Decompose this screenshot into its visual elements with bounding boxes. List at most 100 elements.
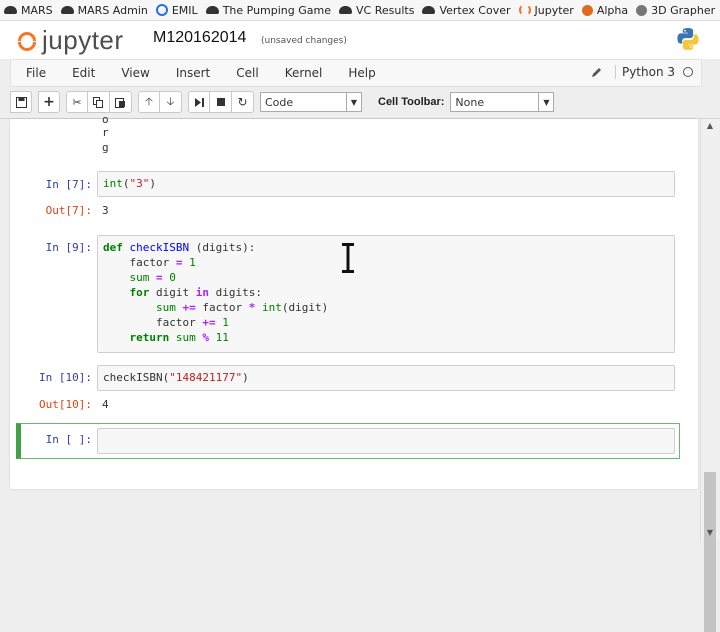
bookmark-label: Alpha [596,3,629,17]
output-prompt: Out[7]: [45,204,92,217]
cell-toolbar-value: None [455,95,485,109]
menu-view[interactable]: View [108,66,162,80]
code-line: checkISBN("148421177") [103,371,249,384]
notebook-name[interactable]: M120162014 [153,29,246,47]
menu-edit[interactable]: Edit [59,66,108,80]
grapher-icon [636,4,648,16]
code-line: sum = 0 [129,271,176,284]
code-line: sum += factor * int(digit) [155,301,329,314]
scroll-up-icon[interactable]: ▲ [701,119,719,133]
copy-button[interactable] [88,91,110,113]
code-line: for digit in digits: [129,286,262,299]
code-line: factor = 1 [103,256,196,269]
save-button[interactable] [10,91,32,113]
menu-insert[interactable]: Insert [163,66,223,80]
cell-toolbar-label: Cell Toolbar: [378,96,445,108]
car-icon [60,6,74,14]
notebook-container: o r g In [7]: int("3") Out[7]: 3 In [9]:… [10,113,698,489]
bookmark-label: EMIL [171,3,198,17]
save-status: (unsaved changes) [261,36,347,46]
bookmark-label: VC Results [356,3,415,17]
insert-cell-button[interactable]: + [38,91,60,113]
code-line: factor += 1 [103,316,229,329]
menu-file[interactable]: File [11,66,59,80]
chevron-down-icon: ▼ [538,93,553,111]
kernel-name: Python 3 [614,65,675,79]
alpha-icon [581,4,593,16]
cut-button[interactable]: ✂ [66,91,88,113]
jupyter-icon [518,4,531,16]
bookmark-vc-results[interactable]: VC Results [339,4,414,17]
stop-icon [216,98,225,106]
output-text: 3 [102,204,109,217]
move-down-button[interactable]: 🡣 [160,91,182,113]
jupyter-logo[interactable]: jupyter [18,25,124,56]
kernel-indicator: Python 3 [591,65,693,79]
input-prompt: In [7]: [45,178,92,191]
input-prompt: In [9]: [45,241,92,254]
logo-text: jupyter [42,25,124,55]
bookmark-pumping-game[interactable]: The Pumping Game [205,3,332,17]
code-line: int("3") [103,177,156,190]
bookmark-emil[interactable]: EMIL [155,3,198,17]
scroll-down-icon[interactable]: ▼ [701,526,719,540]
code-input-cell-9[interactable]: def checkISBN (digits): factor = 1 sum =… [97,235,675,353]
car-icon [339,6,353,14]
bookmark-mars[interactable]: MARS [4,4,53,17]
main-toolbar: + ✂ 🡡 🡣 ↻ Code ▼ Cell Toolbar: None ▼ [10,89,710,115]
copy-icon [93,96,103,108]
input-prompt: In [ ]: [45,433,92,446]
car-icon [422,6,436,14]
restart-button[interactable]: ↻ [232,91,254,113]
code-input-cell-10[interactable]: checkISBN("148421177") [97,365,675,391]
code-input-empty[interactable] [97,428,675,454]
scissors-icon: ✂ [72,95,82,109]
bookmark-label: MARS [21,3,53,17]
bookmark-jupyter[interactable]: Jupyter [518,3,574,17]
bookmark-label: Vertex Cover [439,3,511,17]
output-line: r [102,126,109,139]
code-input-cell-7[interactable]: int("3") [97,171,675,197]
save-icon [15,96,27,108]
chevron-down-icon: ▼ [346,93,361,111]
plus-icon: + [43,94,55,110]
run-button[interactable] [188,91,210,113]
output-prompt: Out[10]: [39,398,92,411]
menu-kernel[interactable]: Kernel [272,66,336,80]
cell-type-select[interactable]: Code ▼ [260,92,362,112]
jupyter-logo-icon [18,28,38,54]
bookmark-vertex-cover[interactable]: Vertex Cover [422,3,511,17]
page-scrollbar[interactable]: ▲ ▼ [700,119,719,632]
kernel-idle-icon [683,67,693,77]
arrow-down-icon: 🡣 [166,94,175,108]
code-line: return sum % 11 [129,331,229,344]
bookmark-label: Jupyter [534,3,574,17]
bookmark-alpha[interactable]: Alpha [581,3,629,17]
cell-toolbar-select[interactable]: None ▼ [450,92,555,112]
scrollbar-thumb[interactable] [704,472,716,632]
text-cursor-icon [342,243,354,273]
bookmark-label: MARS Admin [77,3,148,17]
interrupt-button[interactable] [210,91,232,113]
bookmark-3d-grapher[interactable]: 3D Grapher [636,4,715,17]
bookmark-mars-admin[interactable]: MARS Admin [60,3,148,17]
notebook-header: jupyter M120162014 (unsaved changes) [0,21,720,59]
input-prompt: In [10]: [39,371,92,384]
car-icon [205,6,219,14]
bookmarks-bar: MARS MARS Admin EMIL The Pumping Game VC… [0,0,720,21]
cell-type-value: Code [265,95,294,109]
menu-bar: File Edit View Insert Cell Kernel Help P… [10,59,702,87]
output-text: 4 [102,398,109,411]
paste-icon [115,97,125,108]
python-icon [677,28,699,50]
bookmark-label: 3D Grapher [651,3,716,17]
menu-cell[interactable]: Cell [223,66,271,80]
output-line: g [102,141,109,154]
pencil-icon[interactable] [591,66,603,78]
bookmark-label: The Pumping Game [222,3,332,17]
paste-button[interactable] [110,91,132,113]
menu-help[interactable]: Help [335,66,388,80]
emil-icon [155,4,168,16]
code-line: def checkISBN (digits): [103,241,256,254]
move-up-button[interactable]: 🡡 [138,91,160,113]
